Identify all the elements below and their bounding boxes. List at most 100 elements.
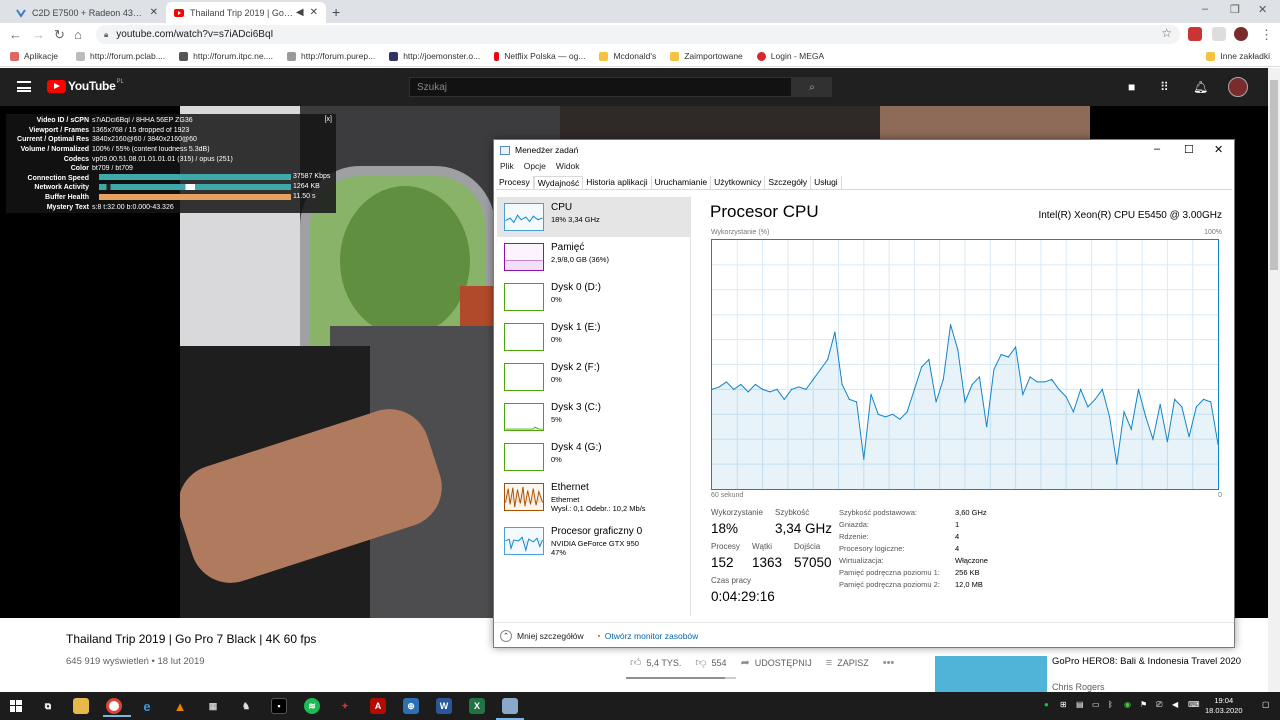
volume-tray-icon[interactable]: ◀ <box>1172 700 1178 709</box>
tab-performance[interactable]: Wydajność <box>533 176 584 189</box>
nvidia-tray-icon[interactable]: ◉ <box>1124 700 1131 709</box>
forward-icon[interactable]: → <box>32 27 45 42</box>
bookmark-item[interactable]: Netflix Polska — og... <box>494 51 585 61</box>
reload-icon[interactable]: ↻ <box>54 27 65 43</box>
edge-icon[interactable]: e <box>139 698 155 714</box>
network-app-icon[interactable]: ⊕ <box>403 698 419 714</box>
bookmark-item[interactable]: Zaimportowane <box>670 51 743 61</box>
speaker-icon[interactable]: ◀ <box>296 7 304 18</box>
youtube-logo[interactable]: YouTube PL <box>47 79 124 93</box>
start-windows-icon[interactable] <box>8 698 24 714</box>
search-button[interactable]: ⌕ <box>792 77 832 97</box>
extension-icon[interactable] <box>1188 27 1202 41</box>
back-icon[interactable]: ← <box>9 27 22 42</box>
resource-item-ethernet[interactable]: Ethernet Ethernet Wysł.: 0,1 Odebr.: 10,… <box>497 477 691 521</box>
film-icon[interactable]: ▦ <box>205 698 221 714</box>
bookmark-star-icon[interactable]: ☆ <box>1161 26 1172 40</box>
fewer-details-button[interactable]: Mniej szczegółów <box>517 631 584 641</box>
resource-item-disk-2[interactable]: Dysk 2 (F:) 0% <box>497 357 691 397</box>
other-bookmarks[interactable]: Inne zakładki <box>1206 51 1270 61</box>
menu-item-file[interactable]: Plik <box>500 161 514 171</box>
recommended-thumbnail[interactable] <box>935 656 1047 692</box>
bookmark-item[interactable]: http://forum.itpc.ne.... <box>179 51 273 61</box>
search-input[interactable]: Szukaj <box>409 77 792 97</box>
share-button[interactable]: ➦ UDOSTĘPNIJ <box>741 656 812 669</box>
task-view-icon[interactable]: ⧉ <box>40 698 56 714</box>
menu-kebab-icon[interactable]: ⋮ <box>1260 27 1273 43</box>
notifications-icon[interactable]: ▢ <box>1262 700 1270 709</box>
close-stats-button[interactable]: [x] <box>325 116 332 123</box>
resource-item-disk-0[interactable]: Dysk 0 (D:) 0% <box>497 277 691 317</box>
tab-app-history[interactable]: Historia aplikacji <box>583 176 652 189</box>
resource-item-gpu[interactable]: Procesor graficzny 0 NVIDIA GeForce GTX … <box>497 521 691 565</box>
menu-item-options[interactable]: Opcje <box>524 161 546 171</box>
close-icon[interactable]: ✕ <box>310 7 318 18</box>
browser-tab-2[interactable]: Thailand Trip 2019 | Go Pro 7... ◀ ✕ <box>166 2 326 23</box>
home-icon[interactable]: ⌂ <box>74 27 82 42</box>
tab-processes[interactable]: Procesy <box>496 176 534 189</box>
notifications-bell-icon[interactable]: 🔔︎ <box>1193 80 1208 94</box>
keyboard-tray-icon[interactable]: ⌨ <box>1188 700 1200 709</box>
task-manager-taskbar-icon[interactable] <box>496 698 524 720</box>
usb-tray-icon[interactable]: ⊞ <box>1060 700 1067 709</box>
address-bar[interactable]: 🔒︎ youtube.com/watch?v=s7iADci6BqI ☆ <box>96 25 1180 44</box>
more-actions-button[interactable]: ••• <box>883 657 900 669</box>
bookmark-item[interactable]: http://forum.purep... <box>287 51 375 61</box>
task-manager-titlebar[interactable]: Menedżer zadań <box>494 140 1234 160</box>
new-tab-button[interactable]: + <box>332 4 340 20</box>
resource-item-disk-1[interactable]: Dysk 1 (E:) 0% <box>497 317 691 357</box>
bluetooth-tray-icon[interactable]: ᛒ <box>1108 700 1113 709</box>
apps-grid-icon[interactable]: ⠿ <box>1160 80 1169 94</box>
flag-tray-icon[interactable]: ⚑ <box>1140 700 1147 709</box>
restore-button[interactable]: ❐ <box>1230 3 1240 16</box>
file-explorer-icon[interactable] <box>73 698 89 714</box>
close-window-button[interactable]: ✕ <box>1214 143 1223 156</box>
resource-item-memory[interactable]: Pamięć 2,9/8,0 GB (36%) <box>497 237 691 277</box>
profile-icon[interactable] <box>1234 27 1248 41</box>
network-tray-icon[interactable]: ▤ <box>1076 700 1084 709</box>
tab-services[interactable]: Usługi <box>811 176 842 189</box>
bookmark-item[interactable]: http://forum.pclab.... <box>76 51 165 61</box>
wolf-icon[interactable]: ♞ <box>238 698 254 714</box>
minimize-button[interactable]: – <box>1202 3 1208 15</box>
menu-item-view[interactable]: Widok <box>556 161 580 171</box>
vlc-icon[interactable]: ▲ <box>172 698 188 714</box>
close-icon[interactable]: ✕ <box>150 7 158 18</box>
resource-item-disk-4[interactable]: Dysk 4 (G:) 0% <box>497 437 691 477</box>
bookmark-item[interactable]: Mcdonald's <box>599 51 656 61</box>
system-clock[interactable]: 19:04 18.03.2020 <box>1205 696 1243 716</box>
spotify-icon[interactable]: ≋ <box>304 698 320 714</box>
chevron-up-icon[interactable]: ⌃ <box>500 629 512 642</box>
page-scrollbar-thumb[interactable] <box>1270 80 1278 270</box>
excel-icon[interactable]: X <box>469 698 485 714</box>
maximize-button[interactable]: ☐ <box>1184 143 1194 156</box>
terminal-icon[interactable]: ▪ <box>271 698 287 714</box>
ethernet-tray-icon[interactable]: ⎚ <box>1156 700 1162 710</box>
bookmark-item[interactable]: Aplikacje <box>10 51 58 61</box>
bookmark-item[interactable]: Login - MEGA <box>756 51 824 61</box>
minimize-button[interactable]: – <box>1154 143 1160 155</box>
resource-item-disk-3[interactable]: Dysk 3 (C:) 5% <box>497 397 691 437</box>
tab-startup[interactable]: Uruchamianie <box>652 176 712 189</box>
game-icon[interactable]: ✦ <box>337 698 353 714</box>
like-button[interactable]: 👍︎ 5,4 TYS. <box>630 656 681 669</box>
hamburger-menu-icon[interactable] <box>17 81 31 92</box>
create-video-icon[interactable]: ■ <box>1128 80 1135 94</box>
bookmark-item[interactable]: http://joemonster.o... <box>389 51 480 61</box>
display-tray-icon[interactable]: ▭ <box>1092 700 1100 709</box>
media-control-icon[interactable] <box>1212 27 1226 41</box>
close-window-button[interactable]: ✕ <box>1258 3 1267 16</box>
open-resource-monitor-link[interactable]: Otwórz monitor zasobów <box>605 631 699 641</box>
tab-details[interactable]: Szczegóły <box>765 176 812 189</box>
recommended-channel[interactable]: Chris Rogers <box>1052 682 1105 692</box>
dislike-button[interactable]: 👎︎ 554 <box>695 656 726 669</box>
word-icon[interactable]: W <box>436 698 452 714</box>
acrobat-icon[interactable]: A <box>370 698 386 714</box>
avatar[interactable] <box>1228 77 1248 97</box>
save-button[interactable]: ≡ ZAPISZ <box>826 657 869 669</box>
recommended-title[interactable]: GoPro HERO8: Bali & Indonesia Travel 202… <box>1052 656 1252 667</box>
browser-tab-1[interactable]: C2D E7500 + Radeon 4300 512 ... ✕ <box>8 2 166 23</box>
spotify-tray-icon[interactable]: ● <box>1044 700 1049 709</box>
tab-users[interactable]: Użytkownicy <box>711 176 766 189</box>
resource-item-cpu[interactable]: CPU 18% 3,34 GHz <box>497 197 691 237</box>
